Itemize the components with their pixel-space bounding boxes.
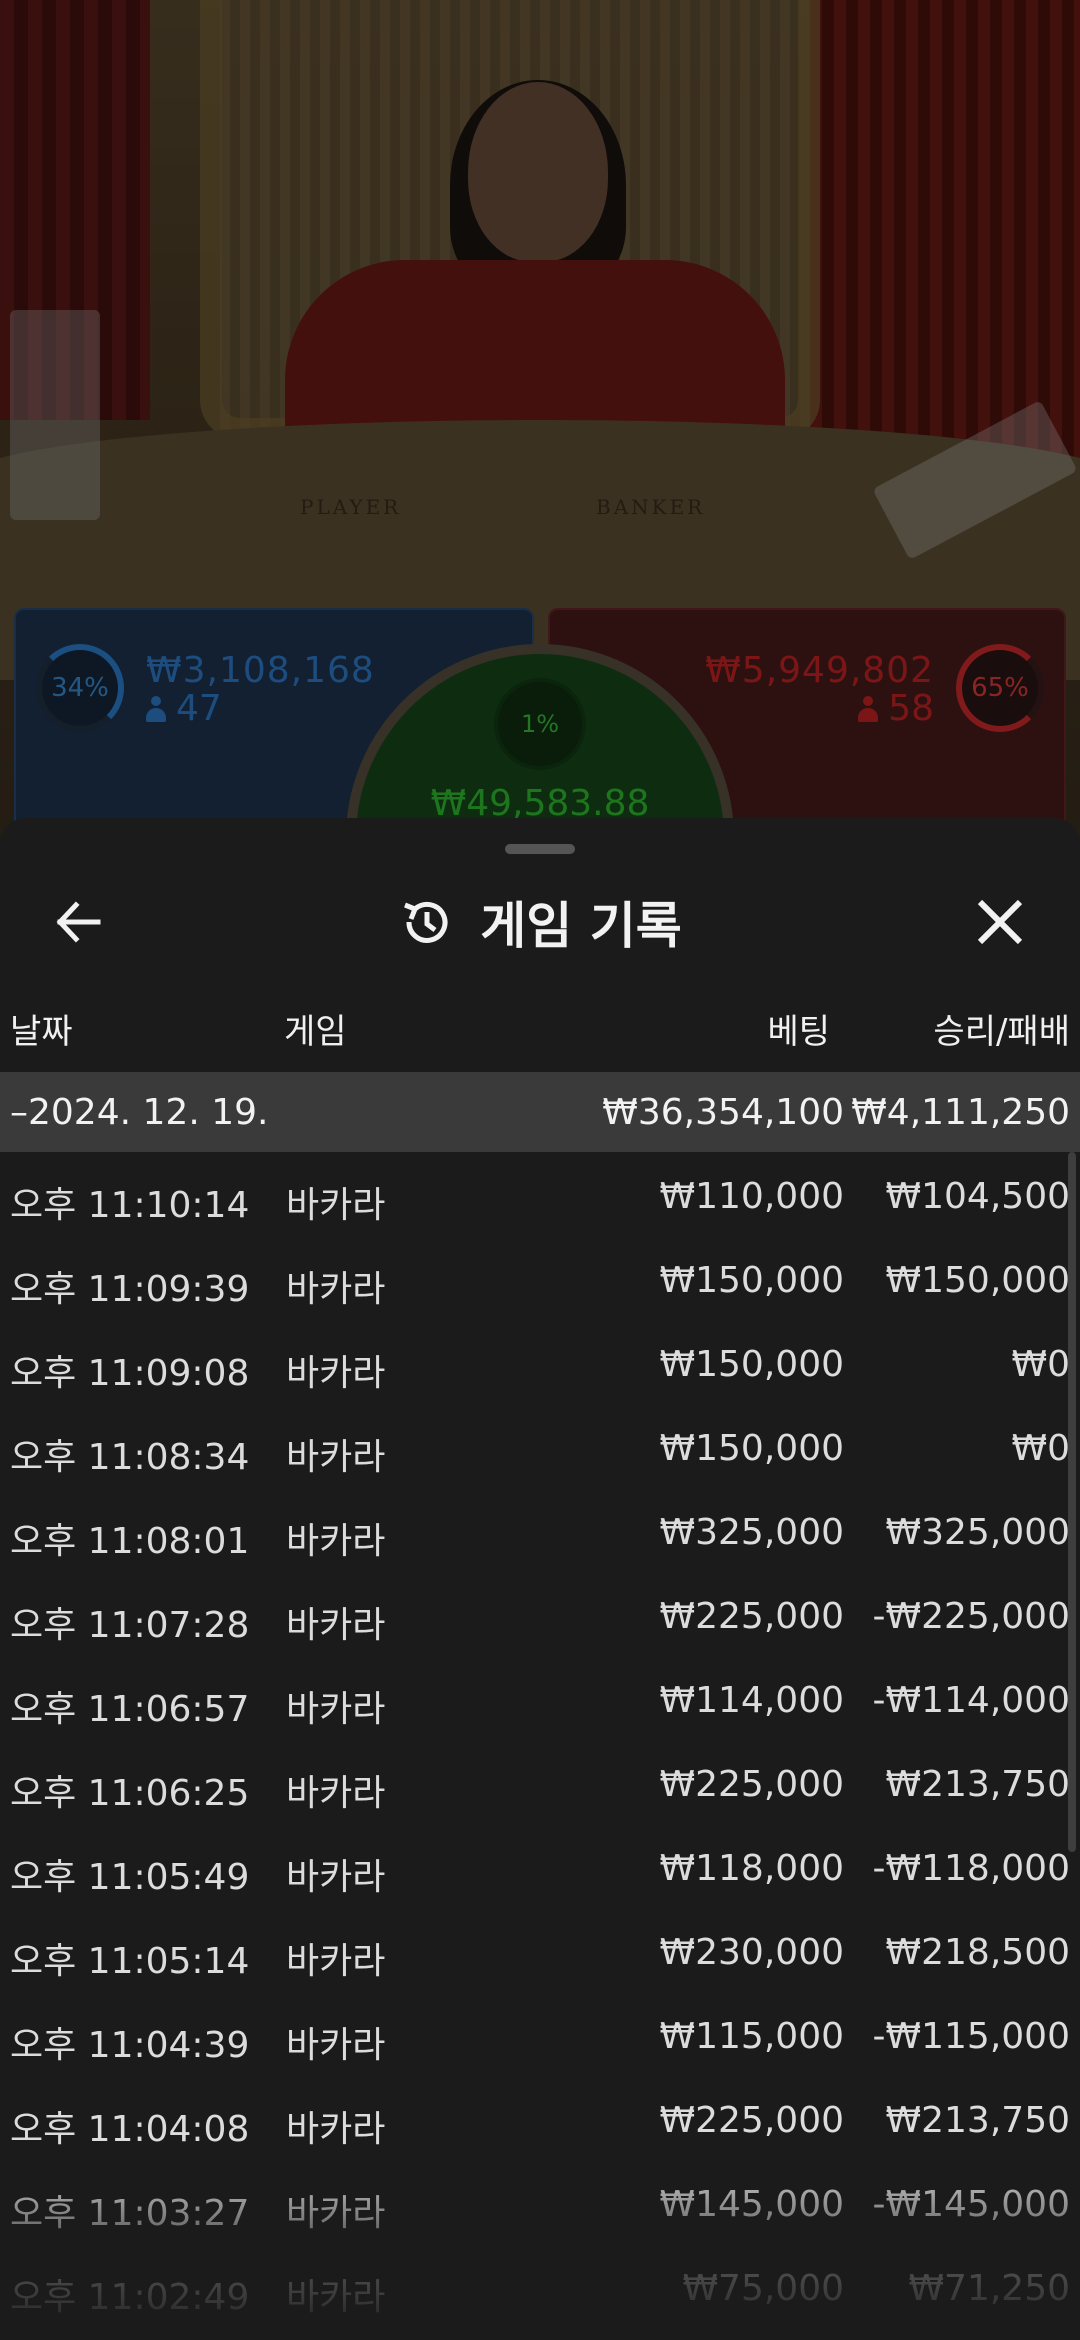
row-time: 오후 11:08:34 — [10, 1437, 250, 1478]
live-game-background: PLAYER BANKER 34% ₩3,108,168 47 ₩5,949,8… — [0, 0, 1080, 840]
date-group-bet-total: ₩36,354,100 — [602, 1092, 844, 1133]
row-bet: ₩325,000 — [659, 1512, 844, 1553]
row-winloss: ₩0 — [1011, 1344, 1071, 1385]
row-game: 바카라 — [286, 1437, 386, 1478]
row-time: 오후 11:08:01 — [10, 1521, 250, 1562]
row-winloss: ₩325,000 — [885, 1512, 1070, 1553]
modal-overlay[interactable] — [0, 0, 1080, 840]
history-row[interactable]: 오후 11:10:14 바카라 ₩110,000 ₩104,500 — [0, 1152, 1080, 1236]
date-group-label: –2024. 12. 19. — [10, 1092, 269, 1133]
history-row[interactable]: 오후 11:09:39 바카라 ₩150,000 ₩150,000 — [0, 1236, 1080, 1320]
scrollbar[interactable] — [1068, 1152, 1076, 1852]
history-row[interactable]: 오후 11:06:57 바카라 ₩114,000 -₩114,000 — [0, 1656, 1080, 1740]
game-history-sheet: 게임 기록 날짜 게임 베팅 승리/패배 –2024. 12. 19. ₩36,… — [0, 818, 1080, 2340]
history-icon — [404, 901, 448, 943]
history-row[interactable]: 오후 11:05:49 바카라 ₩118,000 -₩118,000 — [0, 1824, 1080, 1908]
history-row[interactable]: 오후 11:05:14 바카라 ₩230,000 ₩218,500 — [0, 1908, 1080, 1992]
row-winloss: -₩225,000 — [872, 1596, 1070, 1637]
column-header-winloss[interactable]: 승리/패배 — [933, 1004, 1070, 1053]
sheet-drag-handle[interactable] — [505, 844, 575, 854]
row-bet: ₩230,000 — [659, 1932, 844, 1973]
row-time: 오후 11:03:27 — [10, 2193, 250, 2234]
history-row[interactable]: 오후 11:06:25 바카라 ₩225,000 ₩213,750 — [0, 1740, 1080, 1824]
row-bet: ₩75,000 — [682, 2268, 844, 2309]
close-icon — [977, 899, 1023, 945]
row-winloss: -₩115,000 — [872, 2016, 1070, 2057]
row-bet: ₩114,000 — [659, 1680, 844, 1721]
row-winloss: -₩114,000 — [872, 1680, 1070, 1721]
date-group-winloss-total: ₩4,111,250 — [851, 1092, 1070, 1133]
row-game: 바카라 — [286, 2025, 386, 2066]
row-winloss: ₩104,500 — [885, 1176, 1070, 1217]
row-bet: ₩115,000 — [659, 2016, 844, 2057]
row-time: 오후 11:05:49 — [10, 1857, 250, 1898]
row-bet: ₩118,000 — [659, 1848, 844, 1889]
sheet-header: 게임 기록 — [0, 884, 1080, 960]
row-game: 바카라 — [286, 1941, 386, 1982]
history-row[interactable]: 오후 11:04:39 바카라 ₩115,000 -₩115,000 — [0, 1992, 1080, 2076]
row-game: 바카라 — [286, 1857, 386, 1898]
row-winloss: -₩145,000 — [872, 2184, 1070, 2225]
row-game: 바카라 — [286, 1521, 386, 1562]
history-row[interactable]: 오후 11:08:01 바카라 ₩325,000 ₩325,000 — [0, 1488, 1080, 1572]
row-bet: ₩225,000 — [659, 2100, 844, 2141]
sheet-title: 게임 기록 — [480, 897, 682, 955]
row-bet: ₩110,000 — [659, 1176, 844, 1217]
row-time: 오후 11:10:14 — [10, 1185, 250, 1226]
row-time: 오후 11:04:08 — [10, 2109, 250, 2150]
history-row[interactable]: 오후 11:07:28 바카라 ₩225,000 -₩225,000 — [0, 1572, 1080, 1656]
row-time: 오후 11:09:39 — [10, 1269, 250, 1310]
row-winloss: ₩218,500 — [885, 1932, 1070, 1973]
row-bet: ₩145,000 — [659, 2184, 844, 2225]
row-winloss: ₩213,750 — [885, 2100, 1070, 2141]
history-list[interactable]: 오후 11:10:14 바카라 ₩110,000 ₩104,500 오후 11:09:… — [0, 1152, 1080, 2328]
row-bet: ₩225,000 — [659, 1764, 844, 1805]
row-game: 바카라 — [286, 1269, 386, 1310]
row-bet: ₩150,000 — [659, 1260, 844, 1301]
row-game: 바카라 — [286, 1605, 386, 1646]
row-winloss: -₩118,000 — [872, 1848, 1070, 1889]
row-winloss: ₩0 — [1011, 1428, 1071, 1469]
row-time: 오후 11:07:28 — [10, 1605, 250, 1646]
column-header-game[interactable]: 게임 — [284, 1004, 347, 1053]
close-button[interactable] — [960, 882, 1040, 962]
column-header-date[interactable]: 날짜 — [10, 1004, 73, 1053]
row-bet: ₩150,000 — [659, 1428, 844, 1469]
row-time: 오후 11:02:49 — [10, 2277, 250, 2318]
row-game: 바카라 — [286, 2193, 386, 2234]
row-game: 바카라 — [286, 2277, 386, 2318]
row-game: 바카라 — [286, 2109, 386, 2150]
date-group-row[interactable]: –2024. 12. 19. ₩36,354,100 ₩4,111,250 — [0, 1072, 1080, 1152]
row-winloss: ₩71,250 — [908, 2268, 1070, 2309]
row-time: 오후 11:05:14 — [10, 1941, 250, 1982]
history-row[interactable]: 오후 11:09:08 바카라 ₩150,000 ₩0 — [0, 1320, 1080, 1404]
row-winloss: ₩213,750 — [885, 1764, 1070, 1805]
row-game: 바카라 — [286, 1773, 386, 1814]
row-bet: ₩225,000 — [659, 1596, 844, 1637]
row-time: 오후 11:04:39 — [10, 2025, 250, 2066]
row-game: 바카라 — [286, 1353, 386, 1394]
history-row[interactable]: 오후 11:03:27 바카라 ₩145,000 -₩145,000 — [0, 2160, 1080, 2244]
row-time: 오후 11:09:08 — [10, 1353, 250, 1394]
row-game: 바카라 — [286, 1689, 386, 1730]
row-winloss: ₩150,000 — [885, 1260, 1070, 1301]
row-time: 오후 11:06:25 — [10, 1773, 250, 1814]
column-header-bet[interactable]: 베팅 — [767, 1004, 830, 1053]
history-row[interactable]: 오후 11:02:49 바카라 ₩75,000 ₩71,250 — [0, 2244, 1080, 2328]
history-row[interactable]: 오후 11:08:34 바카라 ₩150,000 ₩0 — [0, 1404, 1080, 1488]
row-bet: ₩150,000 — [659, 1344, 844, 1385]
history-row[interactable]: 오후 11:04:08 바카라 ₩225,000 ₩213,750 — [0, 2076, 1080, 2160]
row-game: 바카라 — [286, 1185, 386, 1226]
row-time: 오후 11:06:57 — [10, 1689, 250, 1730]
